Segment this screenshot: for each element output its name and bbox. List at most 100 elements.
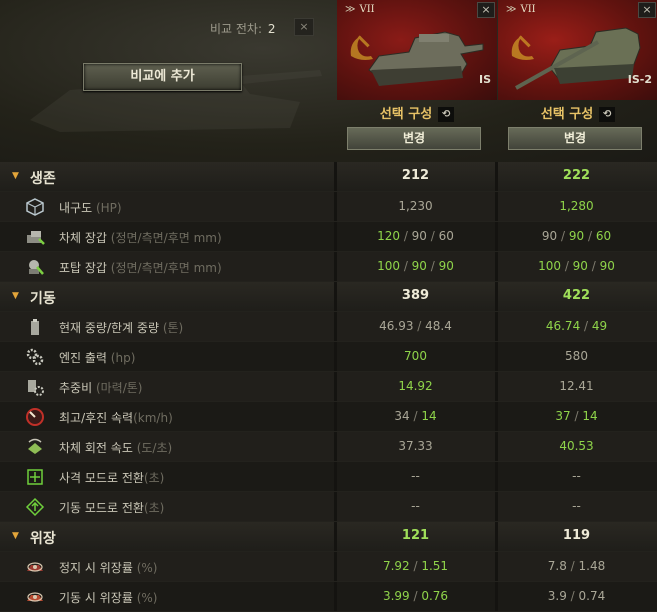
add-to-compare-button[interactable]: 비교에 추가: [83, 63, 242, 91]
stat-label: 최고/후진 속력(km/h): [59, 409, 173, 426]
stat-value-vehicle-2: 46.74 / 49: [498, 319, 655, 333]
stat-label: 사격 모드로 전환(초): [59, 469, 164, 486]
change-config-button[interactable]: 변경: [508, 127, 642, 150]
section-title: 생존: [30, 171, 56, 187]
stat-value-vehicle-2: 40.53: [498, 439, 655, 453]
stat-value-vehicle-1: 1,230: [337, 199, 494, 213]
reset-config-icon[interactable]: ⟲: [438, 107, 455, 122]
vehicle-image-is: [368, 31, 484, 86]
reset-config-icon[interactable]: ⟲: [599, 107, 616, 122]
stat-value: 12.41: [559, 379, 594, 393]
stat-value: 1.48: [578, 559, 606, 573]
stat-value: 0.76: [421, 589, 449, 603]
stat-value: 3.9: [547, 589, 567, 603]
stat-unit: (초): [143, 471, 165, 485]
stat-value-vehicle-1: 7.92 / 1.51: [337, 559, 494, 573]
stat-value: 1.51: [421, 559, 449, 573]
value-separator: /: [557, 229, 569, 243]
stat-value: 60: [595, 229, 612, 243]
stat-value: 580: [565, 349, 588, 363]
section-header-row[interactable]: ▼ 기동 389 422: [0, 282, 657, 312]
stat-value: 34: [394, 409, 410, 423]
value-separator: /: [409, 409, 422, 423]
stat-value: 7.8: [547, 559, 567, 573]
stat-row: 추중비 (마력/톤) 14.92 12.41: [0, 372, 657, 402]
camo-moving-icon: [27, 592, 43, 602]
stat-value: 48.4: [425, 319, 452, 333]
collapse-arrow-icon[interactable]: ▼: [12, 531, 19, 541]
stat-unit: (hp): [106, 351, 136, 365]
stat-value-vehicle-1: 120 / 90 / 60: [337, 229, 494, 243]
stat-value: 46.74: [545, 319, 581, 333]
stat-row: 정지 시 위장률 (%) 7.92 / 1.51 7.8 / 1.48: [0, 552, 657, 582]
stat-value-vehicle-1: 14.92: [337, 379, 494, 393]
stat-value: 90: [572, 259, 588, 273]
section-header-row[interactable]: ▼ 생존 212 222: [0, 162, 657, 192]
stat-value: 49: [591, 319, 608, 333]
value-separator: /: [584, 229, 596, 243]
hull-armor-icon: [27, 231, 45, 245]
engine-gears-icon: [26, 348, 44, 366]
siege-mode-icon: [27, 469, 43, 485]
clear-all-close-button[interactable]: ×: [294, 18, 314, 36]
stat-label: 정지 시 위장률 (%): [59, 559, 157, 576]
stat-value-vehicle-2: --: [498, 499, 655, 513]
stat-value: --: [411, 469, 420, 483]
weight-icon: [31, 319, 39, 335]
stat-label: 현재 중량/한계 중량 (톤): [59, 319, 183, 336]
collapse-arrow-icon[interactable]: ▼: [12, 291, 19, 301]
stat-value-vehicle-1: --: [337, 469, 494, 483]
stat-row: 차체 장갑 (정면/측면/후면 mm) 120 / 90 / 60 90 / 90 …: [0, 222, 657, 252]
stat-row: 포탑 장갑 (정면/측면/후면 mm) 100 / 90 / 90 100 / 90…: [0, 252, 657, 282]
stat-value-vehicle-1: --: [337, 499, 494, 513]
stat-row: 기동 모드로 전환(초) -- --: [0, 492, 657, 522]
section-title: 기동: [30, 291, 56, 307]
remove-vehicle-close-button[interactable]: ×: [638, 2, 656, 18]
stat-value: 37.33: [398, 439, 433, 453]
vehicle-name: IS: [478, 73, 491, 86]
stat-unit: (%): [132, 591, 158, 605]
value-separator: /: [561, 259, 573, 273]
change-config-button[interactable]: 변경: [347, 127, 481, 150]
stat-label-text: 포탑 장갑: [59, 261, 107, 275]
stat-row: 차체 회전 속도 (도/초) 37.33 40.53: [0, 432, 657, 462]
stat-value-vehicle-2: 1,280: [498, 199, 655, 213]
value-separator: /: [409, 559, 422, 573]
stat-value: 37: [555, 409, 571, 423]
stat-label: 기동 시 위장률 (%): [59, 589, 157, 606]
stat-label-text: 사격 모드로 전환: [59, 471, 144, 485]
speedometer-icon: [26, 408, 44, 426]
stat-label: 엔진 출력 (hp): [59, 349, 135, 366]
value-separator: /: [570, 409, 583, 423]
compare-count: 비교 전차: 2: [210, 20, 276, 37]
stat-label-text: 현재 중량/한계 중량: [59, 321, 159, 335]
section-header-row[interactable]: ▼ 위장 121 119: [0, 522, 657, 552]
value-separator: /: [400, 259, 412, 273]
stat-value: 0.74: [578, 589, 606, 603]
stat-label: 추중비 (마력/톤): [59, 379, 142, 396]
stat-value: 3.99: [382, 589, 410, 603]
stat-value: 40.53: [559, 439, 594, 453]
stat-label-text: 기동 시 위장률: [59, 591, 133, 605]
section-score-vehicle-2: 222: [562, 168, 591, 183]
stat-label-text: 차체 장갑: [59, 231, 107, 245]
stat-value-vehicle-2: --: [498, 469, 655, 483]
remove-vehicle-close-button[interactable]: ×: [477, 2, 495, 18]
stat-value: 90: [599, 259, 615, 273]
stat-label: 기동 모드로 전환(초): [59, 499, 164, 516]
hull-traverse-icon: [28, 438, 42, 454]
comparison-header: 비교 전차: 2 × 비교에 추가 ≫VII × IS 선택 구성⟲ 변경: [0, 0, 657, 162]
stat-value-vehicle-2: 37 / 14: [498, 409, 655, 423]
stat-unit: (정면/측면/후면 mm): [106, 231, 222, 245]
stat-value: 700: [404, 349, 427, 363]
stat-row: 현재 중량/한계 중량 (톤) 46.93 / 48.4 46.74 / 49: [0, 312, 657, 342]
section-score-vehicle-2: 119: [562, 528, 591, 543]
stat-value: --: [572, 499, 581, 513]
stat-unit: (HP): [92, 201, 122, 215]
stat-value-vehicle-1: 46.93 / 48.4: [337, 319, 494, 333]
stat-value: 7.92: [382, 559, 410, 573]
configuration-label: 선택 구성 ⟲: [498, 103, 657, 122]
stat-value: --: [572, 469, 581, 483]
stat-value-vehicle-2: 580: [498, 349, 655, 363]
collapse-arrow-icon[interactable]: ▼: [12, 171, 19, 181]
